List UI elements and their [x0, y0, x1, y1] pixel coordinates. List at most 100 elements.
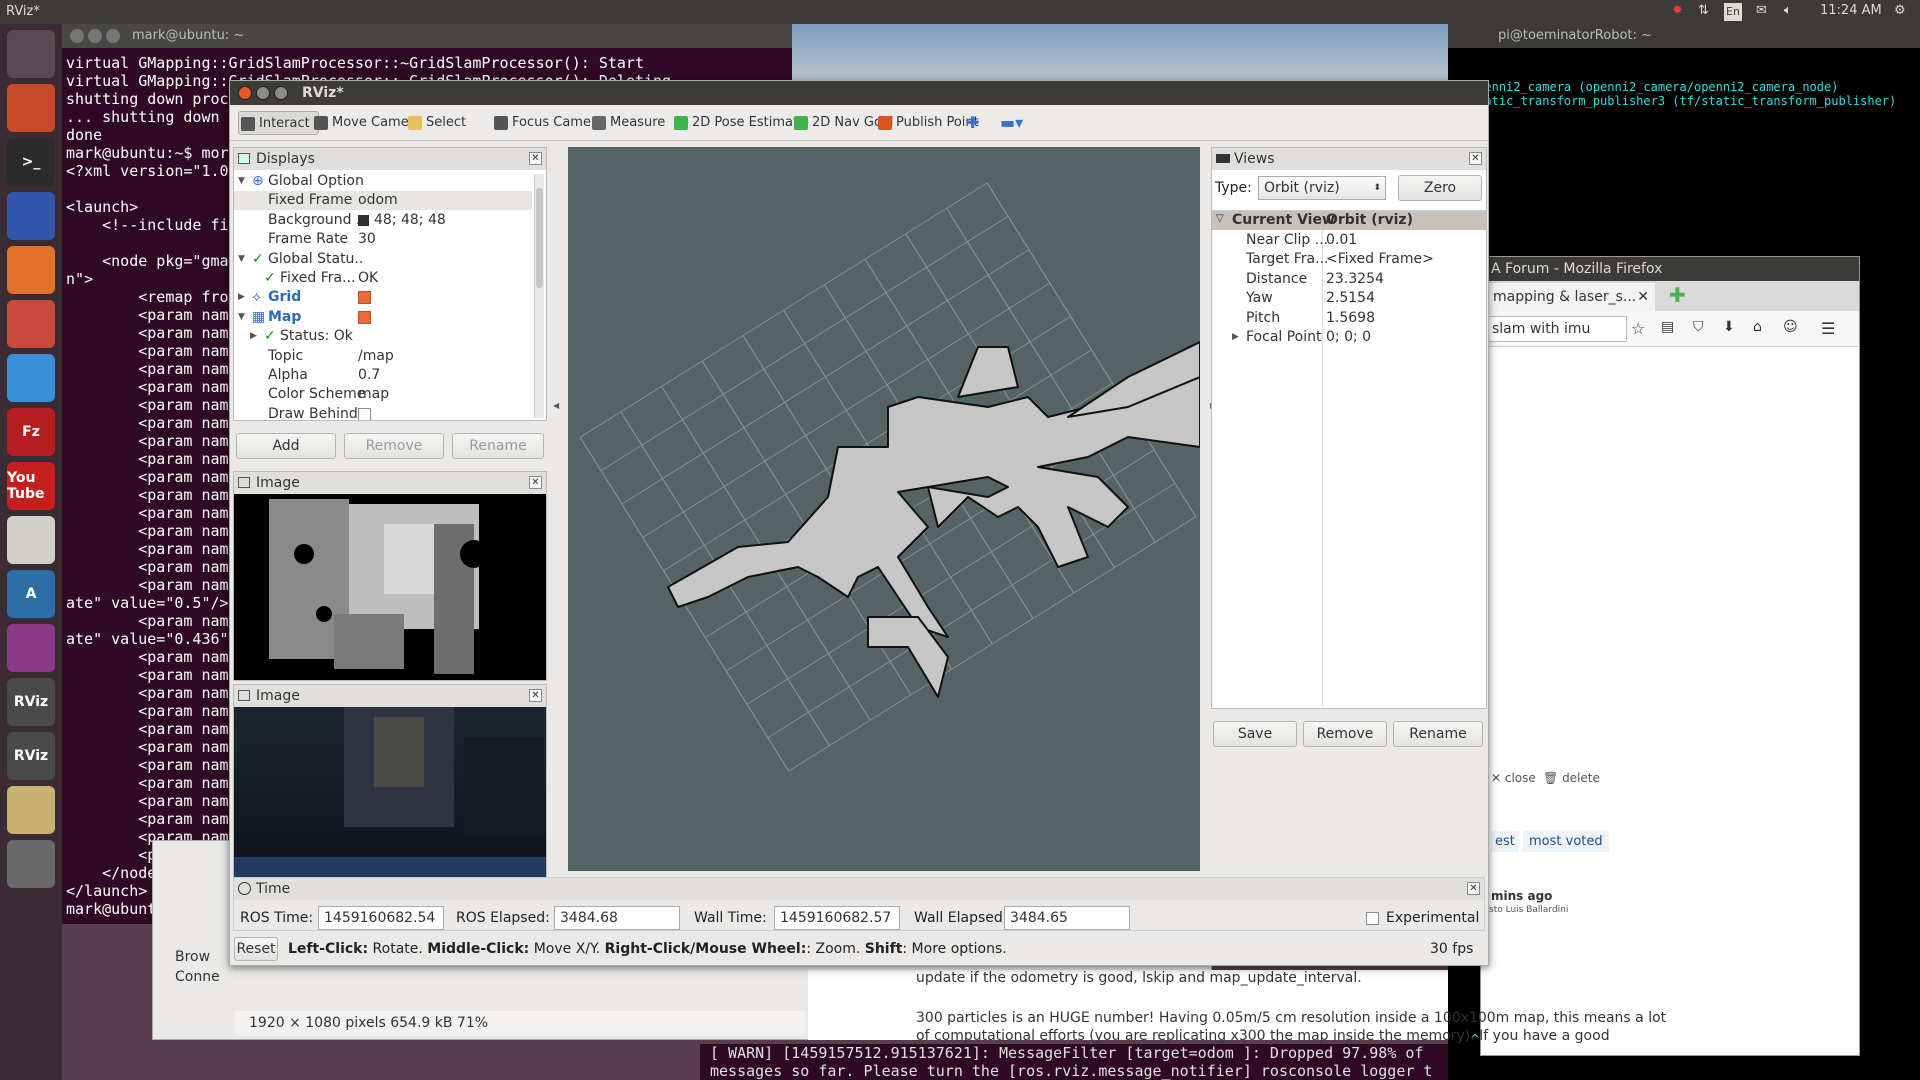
- network-icon[interactable]: [7, 192, 55, 240]
- firefox-icon[interactable]: [7, 246, 55, 294]
- zero-button[interactable]: Zero: [1398, 175, 1482, 201]
- display-value[interactable]: OK: [358, 269, 378, 288]
- pocket-icon[interactable]: ⛉: [1693, 319, 1704, 335]
- display-row[interactable]: ▼ ⊕ Global Options: [234, 172, 532, 191]
- answer-user[interactable]: sto Luis Ballardini: [1489, 905, 1568, 915]
- display-value[interactable]: 0.7: [358, 366, 380, 385]
- display-row[interactable]: ▼ ▦ Map: [234, 308, 532, 327]
- filezilla-icon[interactable]: Fz: [7, 408, 55, 456]
- tool-select[interactable]: Select: [406, 111, 466, 135]
- display-row[interactable]: Alpha 0.7: [234, 366, 532, 385]
- keyboard-layout-indicator[interactable]: En: [1724, 3, 1742, 21]
- remove-tool-icon[interactable]: ▬▾: [1000, 113, 1023, 132]
- view-property-value[interactable]: 0.01: [1326, 231, 1357, 250]
- terminal-icon[interactable]: >_: [7, 138, 55, 186]
- image-viewer-icon[interactable]: [7, 786, 55, 834]
- tool-publish-point[interactable]: Publish Point: [876, 111, 979, 135]
- display-row[interactable]: ▶ ✓ Status: Ok: [234, 327, 532, 346]
- display-value[interactable]: odom: [358, 191, 398, 210]
- minimize-icon[interactable]: [88, 29, 102, 43]
- chevron-down-icon[interactable]: ▼: [238, 308, 245, 327]
- view-property-row[interactable]: Yaw 2.5154: [1212, 289, 1486, 308]
- image-viewer-sidebar-item[interactable]: Brow: [175, 947, 220, 967]
- display-row[interactable]: ▼ ✓ Global Statu...: [234, 250, 532, 269]
- view-property-row[interactable]: ▶ Focal Point 0; 0; 0: [1212, 328, 1486, 347]
- trash-icon[interactable]: [7, 840, 55, 888]
- collapse-left-icon[interactable]: ◀: [553, 401, 559, 410]
- bottom-terminal-output[interactable]: [ WARN] [1459157512.915137621]: MessageF…: [700, 1044, 1448, 1080]
- display-row[interactable]: Fixed Frame odom: [234, 191, 532, 211]
- view-property-row[interactable]: Near Clip ... 0.01: [1212, 231, 1486, 250]
- chevron-down-icon[interactable]: ▼: [238, 250, 245, 269]
- tool-interact[interactable]: Interact: [238, 111, 319, 135]
- display-value[interactable]: /map: [358, 347, 394, 366]
- ros-elapsed-field[interactable]: 3484.68: [554, 906, 680, 930]
- color-swatch[interactable]: [358, 214, 369, 226]
- add-tool-icon[interactable]: ✚: [966, 113, 979, 132]
- display-row[interactable]: Background ... 48; 48; 48: [234, 211, 532, 230]
- experimental-checkbox[interactable]: [1366, 912, 1379, 925]
- enable-checkbox[interactable]: [358, 310, 371, 324]
- remove-display-button[interactable]: Remove: [344, 433, 444, 459]
- save-view-button[interactable]: Save: [1213, 721, 1297, 747]
- menu-icon[interactable]: ☰: [1821, 319, 1835, 338]
- close-icon[interactable]: ✕: [529, 689, 542, 702]
- chevron-right-icon[interactable]: ▶: [238, 288, 245, 307]
- view-property-row[interactable]: Target Fra... <Fixed Frame>: [1212, 250, 1486, 269]
- files-icon[interactable]: [7, 84, 55, 132]
- tool-2d-pose-estimate[interactable]: 2D Pose Estimate: [672, 111, 806, 135]
- rviz-window[interactable]: RViz* Interact Move Camera Select Focus Cam…: [229, 80, 1489, 966]
- minimize-icon[interactable]: [256, 86, 270, 100]
- network-transfer-icon[interactable]: ⇅: [1698, 3, 1709, 21]
- url-bar[interactable]: slam with imu: [1487, 316, 1627, 342]
- download-icon[interactable]: ⬇: [1723, 319, 1735, 335]
- reset-button[interactable]: Reset: [234, 937, 278, 961]
- text-editor-icon[interactable]: [7, 516, 55, 564]
- close-icon[interactable]: ✕: [529, 152, 542, 165]
- view-property-value[interactable]: 0; 0; 0: [1326, 328, 1371, 347]
- clock[interactable]: 11:24 AM: [1820, 3, 1882, 21]
- display-row[interactable]: ✓ Fixed Fra... OK: [234, 269, 532, 288]
- reading-list-icon[interactable]: ▤: [1661, 319, 1674, 335]
- wall-elapsed-field[interactable]: 3484.65: [1004, 906, 1130, 930]
- image-viewer-sidebar-item[interactable]: Conne: [175, 967, 220, 987]
- chevron-down-icon[interactable]: ▽: [1216, 213, 1224, 224]
- view-type-select[interactable]: Orbit (rviz) ⬍: [1258, 176, 1386, 200]
- dropbox-icon[interactable]: [7, 354, 55, 402]
- chevron-right-icon[interactable]: ▶: [1232, 328, 1239, 347]
- view-property-value[interactable]: 1.5698: [1326, 309, 1375, 328]
- tool-focus-camera[interactable]: Focus Camera: [492, 111, 604, 135]
- mail-icon[interactable]: ✉: [1756, 3, 1767, 21]
- sort-voted-tab[interactable]: most voted: [1523, 831, 1609, 852]
- software-center-icon[interactable]: A: [7, 570, 55, 618]
- display-row[interactable]: Draw Behind: [234, 405, 532, 420]
- display-row[interactable]: Color Scheme map: [234, 385, 532, 404]
- draw-behind-checkbox[interactable]: [358, 407, 371, 420]
- add-display-button[interactable]: Add: [236, 433, 336, 459]
- gear-icon[interactable]: ⚙: [1894, 3, 1906, 21]
- youtube-icon[interactable]: You Tube: [7, 462, 55, 510]
- sort-latest-tab[interactable]: est: [1491, 831, 1519, 852]
- enable-checkbox[interactable]: [358, 291, 371, 305]
- close-icon[interactable]: [70, 29, 84, 43]
- remove-view-button[interactable]: Remove: [1303, 721, 1387, 747]
- maximize-icon[interactable]: [274, 86, 288, 100]
- chevron-down-icon[interactable]: ▼: [238, 172, 245, 191]
- close-icon[interactable]: [238, 86, 252, 100]
- rename-view-button[interactable]: Rename: [1393, 721, 1483, 747]
- ros-time-field[interactable]: 1459160682.54: [318, 906, 444, 930]
- tool-measure[interactable]: Measure: [590, 111, 665, 135]
- display-value[interactable]: 30: [358, 230, 376, 249]
- close-icon[interactable]: ✕: [1469, 152, 1482, 165]
- rviz-icon-1[interactable]: RViz: [7, 678, 55, 726]
- tab-active[interactable]: mapping & laser_s... ✕: [1487, 283, 1655, 311]
- display-row[interactable]: Topic/map: [234, 347, 532, 366]
- home-icon[interactable]: ⌂: [1753, 319, 1762, 335]
- close-icon[interactable]: ✕: [1467, 882, 1480, 895]
- firefox-window[interactable]: A Forum - Mozilla Firefox mapping & lase…: [1480, 256, 1860, 1056]
- chat-icon[interactable]: ☺: [1783, 319, 1798, 335]
- close-link[interactable]: ✕ close: [1491, 771, 1536, 785]
- view-property-row[interactable]: Distance 23.3254: [1212, 270, 1486, 289]
- 3d-render-view[interactable]: [568, 147, 1201, 871]
- workspace-icon[interactable]: [7, 624, 55, 672]
